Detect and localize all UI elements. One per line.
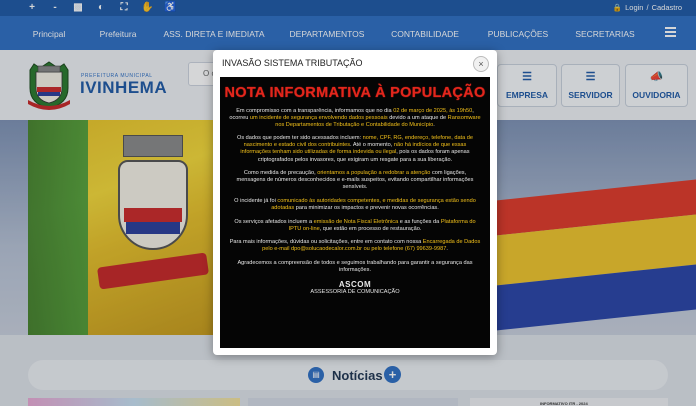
notice-paragraph-7: Agradecemos a compreensão de todos e seg… [237, 260, 473, 274]
security-notice-modal: INVASÃO SISTEMA TRIBUTAÇÃO × NOTA INFORM… [213, 50, 497, 355]
notice-image: NOTA INFORMATIVA À POPULAÇÃO Em compromi… [220, 77, 490, 348]
notice-paragraph-4: O incidente já foi comunicado às autorid… [234, 197, 476, 212]
notice-paragraph-1: Em compromisso com a transparência, info… [229, 107, 481, 128]
modal-title: INVASÃO SISTEMA TRIBUTAÇÃO [222, 58, 363, 68]
notice-paragraph-3: Como medida de precaução, orientamos a p… [236, 170, 474, 191]
notice-paragraph-6: Para mais informações, dúvidas ou solici… [229, 239, 481, 253]
notice-headline: NOTA INFORMATIVA À POPULAÇÃO [224, 85, 486, 101]
notice-paragraph-5: Os serviços afetados incluem a emissão d… [234, 218, 476, 232]
notice-paragraph-2: Os dados que podem ter sido acessados in… [236, 135, 473, 163]
notice-signature: ASCOM [338, 280, 372, 290]
notice-signature-subtitle: ASSESSORIA DE COMUNICAÇÃO [310, 289, 400, 296]
close-icon[interactable]: × [473, 56, 489, 72]
